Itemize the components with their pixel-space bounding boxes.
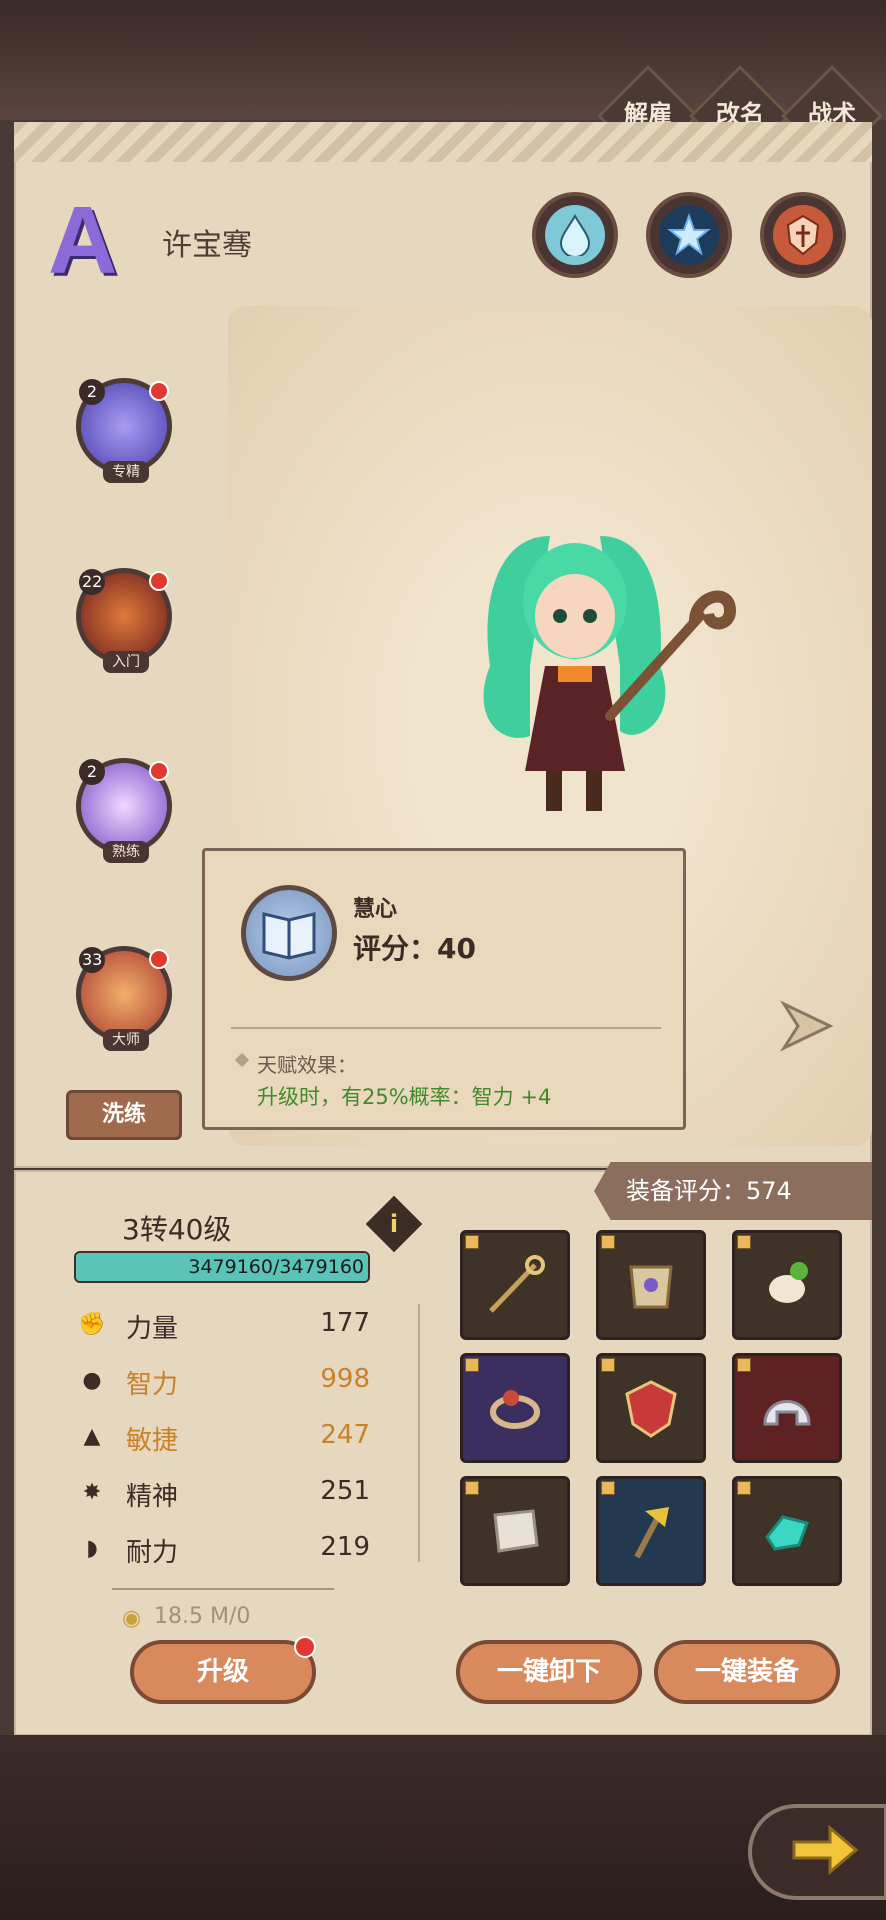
slot-marker <box>601 1358 615 1372</box>
equip-slot-shield[interactable] <box>596 1353 706 1463</box>
armor-icon <box>617 1251 685 1319</box>
upgrade-cost: 18.5 M/0 <box>154 1604 251 1629</box>
stat-value: 219 <box>320 1532 370 1562</box>
equip-slot-gloves[interactable] <box>732 1230 842 1340</box>
scroll-icon <box>481 1497 549 1565</box>
divider <box>112 1588 334 1590</box>
skill-tag: 熟练 <box>103 841 149 863</box>
notification-dot <box>149 761 169 781</box>
equip-slot-armor[interactable] <box>596 1230 706 1340</box>
water-element[interactable] <box>532 192 618 278</box>
stat-stamina: ◗ 耐力 219 <box>78 1530 378 1570</box>
stat-name: 力量 <box>126 1314 179 1344</box>
skill-level: 22 <box>79 569 106 595</box>
arm-icon: ◗ <box>86 1536 98 1561</box>
shield-icon <box>617 1374 685 1442</box>
slot-marker <box>465 1481 479 1495</box>
stat-strength: ✊ 力量 177 <box>78 1306 378 1346</box>
stat-name: 精神 <box>126 1482 179 1512</box>
water-drop-icon <box>545 205 605 265</box>
equip-slot-axe[interactable] <box>596 1476 706 1586</box>
refine-button[interactable]: 洗练 <box>66 1090 182 1140</box>
notification-dot <box>149 571 169 591</box>
equip-slot-helmet[interactable] <box>732 1353 842 1463</box>
divider <box>418 1304 420 1562</box>
slot-marker <box>737 1235 751 1249</box>
skill-level: 2 <box>79 379 105 405</box>
talent-tooltip: 慧心 评分：40 天赋效果： 升级时，有25%概率：智力 +4 <box>202 848 686 1130</box>
slot-marker <box>465 1235 479 1249</box>
staff-icon <box>481 1251 549 1319</box>
fire-element[interactable] <box>760 192 846 278</box>
helmet-icon <box>753 1374 821 1442</box>
equipment-rating: 装备评分：574 <box>594 1162 872 1220</box>
talent-name: 慧心 <box>353 897 398 922</box>
notification-dot <box>149 381 169 401</box>
fire-helm-icon <box>773 205 833 265</box>
stat-name: 敏捷 <box>126 1426 179 1456</box>
divider <box>231 1027 661 1029</box>
unequip-all-button[interactable]: 一键卸下 <box>456 1640 642 1704</box>
gold-ring-icon: ◉ <box>122 1606 142 1631</box>
stat-agility: ▲ 敏捷 247 <box>78 1418 378 1458</box>
effect-text: 升级时，有25%概率：智力 +4 <box>257 1085 552 1109</box>
stat-spirit: ✸ 精神 251 <box>78 1474 378 1514</box>
axe-icon <box>617 1497 685 1565</box>
hero-level: 3转40级 <box>122 1213 232 1246</box>
stat-value: 998 <box>320 1364 370 1394</box>
boot-icon: ▲ <box>83 1424 101 1449</box>
equip-slot-scroll[interactable] <box>460 1476 570 1586</box>
talent-score: 评分：40 <box>353 932 476 965</box>
skill-tag: 入门 <box>103 651 149 673</box>
spirit-icon: ✸ <box>82 1480 102 1505</box>
skill-tag: 大师 <box>103 1029 149 1051</box>
slot-marker <box>465 1358 479 1372</box>
equip-slot-weapon[interactable] <box>460 1230 570 1340</box>
fist-icon: ✊ <box>78 1312 106 1337</box>
stat-value: 247 <box>320 1420 370 1450</box>
stat-name: 智力 <box>126 1370 179 1400</box>
skill-tag: 专精 <box>103 461 149 483</box>
gloves-icon <box>753 1251 821 1319</box>
equip-slot-gem[interactable] <box>732 1476 842 1586</box>
skill-2[interactable]: 22 入门 <box>76 568 172 673</box>
panel-border <box>14 122 872 162</box>
effect-title: 天赋效果： <box>257 1053 357 1077</box>
slot-marker <box>601 1235 615 1249</box>
bottom-bar <box>0 1735 886 1920</box>
stat-value: 177 <box>320 1308 370 1338</box>
skill-3[interactable]: 2 熟练 <box>76 758 172 863</box>
slot-marker <box>737 1358 751 1372</box>
hero-character <box>483 536 737 811</box>
skill-level: 2 <box>79 759 105 785</box>
equip-all-button[interactable]: 一键装备 <box>654 1640 840 1704</box>
notification-dot <box>149 949 169 969</box>
star-emblem-icon <box>659 205 719 265</box>
slot-marker <box>601 1481 615 1495</box>
next-hero-arrow-icon[interactable] <box>778 996 838 1071</box>
hero-name: 许宝骞 <box>162 228 252 263</box>
stat-intelligence: ● 智力 998 <box>78 1362 378 1402</box>
upgrade-button[interactable]: 升级 <box>130 1640 316 1704</box>
book-icon <box>241 885 337 981</box>
light-element[interactable] <box>646 192 732 278</box>
bullet-icon <box>234 1052 250 1068</box>
brain-icon: ● <box>82 1368 102 1393</box>
gem-icon <box>753 1497 821 1565</box>
skill-4[interactable]: 33 大师 <box>76 946 172 1051</box>
skill-1[interactable]: 2 专精 <box>76 378 172 483</box>
info-icon[interactable]: i <box>374 1204 414 1244</box>
hero-grade: A <box>48 187 118 294</box>
ring-icon <box>481 1374 549 1442</box>
arrow-right-icon[interactable] <box>790 1822 860 1891</box>
stat-name: 耐力 <box>126 1538 179 1568</box>
notification-dot <box>294 1636 316 1658</box>
equip-slot-ring[interactable] <box>460 1353 570 1463</box>
slot-marker <box>737 1481 751 1495</box>
hp-text: 3479160/3479160 <box>188 1256 364 1278</box>
skill-level: 33 <box>79 947 106 973</box>
stat-value: 251 <box>320 1476 370 1506</box>
